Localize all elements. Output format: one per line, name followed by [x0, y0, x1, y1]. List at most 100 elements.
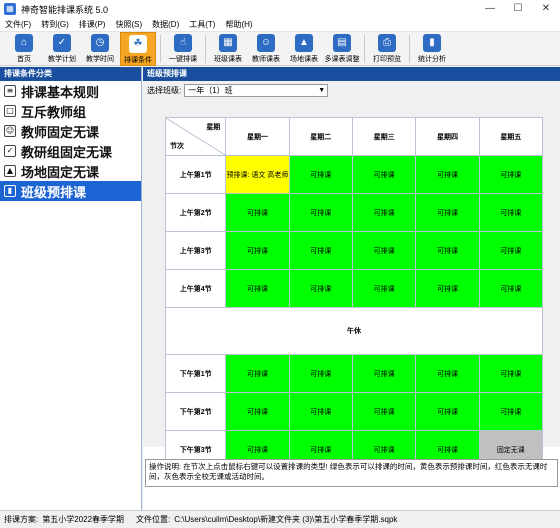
- corner-period-label: 节次: [170, 143, 184, 150]
- toolbar-label: 排课条件: [124, 57, 152, 64]
- class-select[interactable]: 一年（1）班 ▼: [184, 83, 329, 97]
- schedule-cell[interactable]: 预排课: 语文 高老师: [225, 155, 290, 194]
- operation-instructions: 操作说明: 在节次上点击鼠标右键可以设置排课的类型! 绿色表示可以排课的时间，黄…: [145, 459, 558, 487]
- venue-table-icon: ▲: [295, 34, 313, 52]
- toolbar-separator: [160, 35, 161, 63]
- schedule-cell[interactable]: 可排课: [288, 231, 353, 270]
- file-location-value: C:\Users\cuilm\Desktop\新建文件夹 (3)\第五小学春季学…: [174, 515, 398, 524]
- schedule-cell[interactable]: 可排课: [225, 193, 290, 232]
- schedule-cell[interactable]: 可排课: [415, 155, 480, 194]
- toolbar-button-print[interactable]: ⎙ 打印预览: [369, 32, 405, 66]
- toolbar-button-teacher-table[interactable]: ☺ 教师课表: [248, 32, 284, 66]
- calendar-icon: ▦: [4, 3, 16, 15]
- category-item-3[interactable]: ✓ 教研组固定无课: [0, 141, 141, 161]
- menu-help[interactable]: 帮助(H): [220, 19, 257, 30]
- category-item-2[interactable]: ☺ 教师固定无课: [0, 121, 141, 141]
- toolbar-separator: [409, 35, 410, 63]
- period-label: 下午第1节: [164, 354, 227, 393]
- checklist-icon: ✓: [53, 34, 71, 52]
- toolbar-button-chart[interactable]: ▮ 统计分析: [414, 32, 450, 66]
- schedule-cell[interactable]: 可排课: [288, 269, 353, 308]
- table-row: 上午第3节 可排课 可排课 可排课 可排课 可排课: [164, 231, 544, 270]
- toolbar-separator: [364, 35, 365, 63]
- minimize-button[interactable]: —: [476, 0, 504, 18]
- toolbar-button-home[interactable]: ⌂ 首页: [6, 32, 42, 66]
- schedule-cell[interactable]: 可排课: [478, 392, 544, 431]
- grid-header-row: 星期 节次 星期一 星期二 星期三 星期四 星期五: [164, 117, 544, 156]
- schedule-cell[interactable]: 可排课: [478, 269, 544, 308]
- close-button[interactable]: ✕: [532, 0, 560, 18]
- category-label: 排课基本规则: [21, 85, 100, 101]
- noon-break-label: 午休: [165, 307, 543, 355]
- schedule-cell[interactable]: 可排课: [288, 392, 353, 431]
- toolbar-button-conditions[interactable]: ☘ 排课条件: [120, 32, 156, 66]
- schedule-cell[interactable]: 可排课: [351, 155, 417, 194]
- schedule-cell[interactable]: 可排课: [478, 193, 544, 232]
- schedule-cell[interactable]: 可排课: [225, 231, 290, 270]
- toolbar-label: 教师课表: [252, 56, 280, 63]
- schedule-cell[interactable]: 可排课: [351, 392, 417, 431]
- toolbar-button-multi-table[interactable]: ▤ 多课表调整: [324, 32, 360, 66]
- period-label: 上午第1节: [164, 155, 227, 194]
- group-icon: □: [4, 105, 16, 117]
- window-controls: — ☐ ✕: [476, 0, 560, 18]
- research-group-icon: ✓: [4, 145, 16, 157]
- schedule-cell[interactable]: 可排课: [415, 193, 480, 232]
- multi-table-icon: ▤: [333, 34, 351, 52]
- chevron-down-icon[interactable]: ▼: [318, 85, 325, 96]
- schedule-cell[interactable]: 可排课: [478, 155, 544, 194]
- maximize-button[interactable]: ☐: [504, 0, 532, 18]
- menu-tools[interactable]: 工具(T): [184, 19, 220, 30]
- preschedule-header: 班级预排课: [143, 67, 560, 81]
- schedule-cell[interactable]: 可排课: [415, 231, 480, 270]
- condition-category-panel: 排课条件分类 ≡ 排课基本规则 □ 互斥教师组 ☺ 教师固定无课 ✓ 教研组固定无课 ▲ 场地固定…: [0, 67, 142, 510]
- schedule-cell[interactable]: 可排课: [288, 354, 353, 393]
- schedule-cell[interactable]: 可排课: [478, 354, 544, 393]
- category-label: 教研组固定无课: [21, 145, 113, 161]
- table-row: 上午第1节 预排课: 语文 高老师 可排课 可排课 可排课 可排课: [164, 155, 544, 194]
- schedule-cell[interactable]: 可排课: [225, 392, 290, 431]
- schedule-cell[interactable]: 可排课: [351, 193, 417, 232]
- period-label: 上午第2节: [164, 193, 227, 232]
- category-label: 教师固定无课: [21, 125, 100, 141]
- schedule-cell[interactable]: 可排课: [288, 155, 353, 194]
- table-row: 下午第2节 可排课 可排课 可排课 可排课 可排课: [164, 392, 544, 431]
- category-item-4[interactable]: ▲ 场地固定无课: [0, 161, 141, 181]
- schedule-cell[interactable]: 可排课: [225, 354, 290, 393]
- toolbar-button-class-table[interactable]: ▦ 班级课表: [210, 32, 246, 66]
- toolbar-label: 班级课表: [214, 56, 242, 63]
- chart-icon: ▮: [423, 34, 441, 52]
- noon-row: 午休: [165, 307, 543, 355]
- menu-snapshot[interactable]: 快照(S): [110, 19, 147, 30]
- schedule-cell[interactable]: 可排课: [415, 354, 480, 393]
- toolbar-button-tap[interactable]: ☝ 一键排课: [165, 32, 201, 66]
- category-item-5[interactable]: ▮ 班级预排课: [0, 181, 141, 201]
- menu-goto[interactable]: 转到(G): [36, 19, 74, 30]
- schedule-cell[interactable]: 可排课: [415, 269, 480, 308]
- menu-file[interactable]: 文件(F): [0, 19, 36, 30]
- category-item-0[interactable]: ≡ 排课基本规则: [0, 81, 141, 101]
- toolbar-button-venue-table[interactable]: ▲ 场地课表: [286, 32, 322, 66]
- toolbar-button-checklist[interactable]: ✓ 教学计划: [44, 32, 80, 66]
- class-table-icon: ▦: [219, 34, 237, 52]
- schedule-cell[interactable]: 可排课: [288, 193, 353, 232]
- schedule-cell[interactable]: 可排课: [225, 269, 290, 308]
- schedule-cell[interactable]: 可排课: [351, 269, 417, 308]
- period-label: 下午第2节: [164, 392, 227, 431]
- toolbar-label: 一键排课: [169, 56, 197, 63]
- menu-data[interactable]: 数据(D): [147, 19, 184, 30]
- toolbar-label: 打印预览: [373, 56, 401, 63]
- menu-schedule[interactable]: 排课(P): [74, 19, 111, 30]
- category-item-1[interactable]: □ 互斥教师组: [0, 101, 141, 121]
- teacher-icon: ☺: [4, 125, 16, 137]
- schedule-cell[interactable]: 可排课: [478, 231, 544, 270]
- toolbar-label: 首页: [17, 56, 31, 63]
- schedule-cell[interactable]: 可排课: [351, 231, 417, 270]
- schedule-cell[interactable]: 可排课: [415, 392, 480, 431]
- toolbar-label: 多课表调整: [324, 56, 360, 63]
- day-header: 星期三: [351, 117, 417, 156]
- book-icon: ▮: [4, 185, 16, 197]
- toolbar-button-clock[interactable]: ◷ 教学时间: [82, 32, 118, 66]
- schedule-cell[interactable]: 可排课: [351, 354, 417, 393]
- rules-icon: ≡: [4, 85, 16, 97]
